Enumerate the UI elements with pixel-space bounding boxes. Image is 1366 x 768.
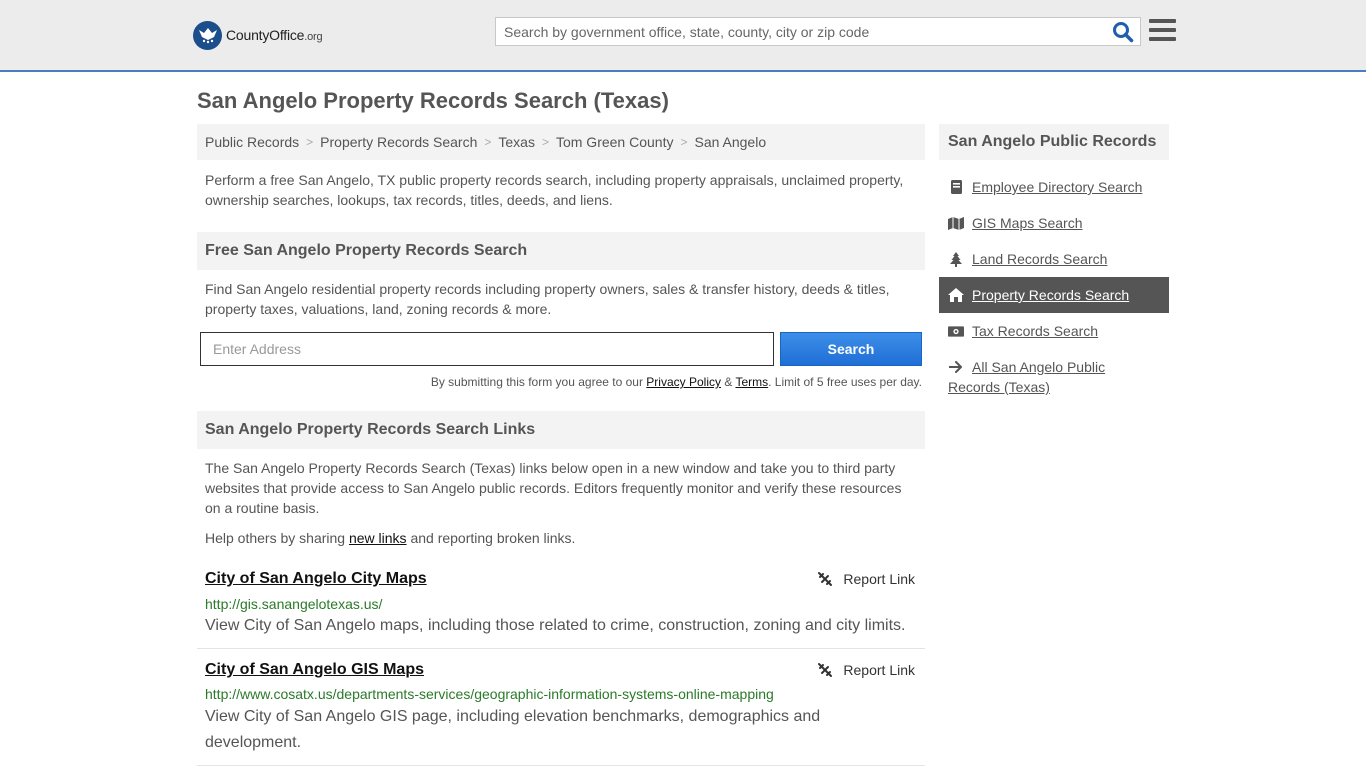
broken-link-icon bbox=[818, 663, 833, 677]
breadcrumb-texas[interactable]: Texas bbox=[498, 134, 535, 150]
breadcrumb-property-records-search[interactable]: Property Records Search bbox=[320, 134, 477, 150]
logo-text: CountyOffice.org bbox=[226, 27, 323, 43]
site-search bbox=[495, 17, 1141, 46]
breadcrumb-separator-icon: > bbox=[541, 135, 549, 149]
sidebar-item-all-public-records[interactable]: All San Angelo Public Records (Texas) bbox=[939, 349, 1169, 399]
link-description: View City of San Angelo maps, including … bbox=[205, 617, 906, 634]
free-search-text: Find San Angelo residential property rec… bbox=[205, 281, 890, 317]
book-icon bbox=[948, 179, 964, 195]
hamburger-menu-icon[interactable] bbox=[1149, 19, 1176, 43]
links-section-text: The San Angelo Property Records Search (… bbox=[205, 460, 902, 516]
report-link-button[interactable]: Report Link bbox=[817, 662, 915, 678]
free-search-heading: Free San Angelo Property Records Search bbox=[197, 232, 925, 270]
breadcrumb-public-records[interactable]: Public Records bbox=[205, 134, 299, 150]
breadcrumb-separator-icon: > bbox=[484, 135, 492, 149]
breadcrumb-separator-icon: > bbox=[306, 135, 314, 149]
sidebar-heading: San Angelo Public Records bbox=[939, 124, 1169, 160]
report-link-button[interactable]: Report Link bbox=[817, 571, 915, 587]
page-title: San Angelo Property Records Search (Texa… bbox=[197, 88, 669, 113]
breadcrumb-san-angelo[interactable]: San Angelo bbox=[694, 134, 766, 150]
link-title[interactable]: City of San Angelo City Maps bbox=[205, 570, 427, 588]
link-url[interactable]: http://gis.sanangelotexas.us/ bbox=[205, 596, 382, 612]
broken-link-icon bbox=[818, 572, 833, 586]
list-item: City of San Angelo City Maps Report Link… bbox=[197, 560, 925, 649]
links-section-heading: San Angelo Property Records Search Links bbox=[197, 411, 925, 449]
site-header: CountyOffice.org bbox=[0, 0, 1366, 72]
site-search-input[interactable] bbox=[496, 18, 1096, 45]
home-icon bbox=[948, 287, 964, 303]
money-icon bbox=[948, 323, 964, 339]
map-icon bbox=[948, 215, 964, 231]
address-search-button[interactable]: Search bbox=[780, 332, 922, 366]
help-text: Help others by sharing new links and rep… bbox=[205, 530, 576, 546]
sidebar-item-tax-records[interactable]: Tax Records Search bbox=[939, 313, 1169, 349]
terms-agreement: By submitting this form you agree to our… bbox=[430, 375, 922, 389]
tree-icon bbox=[948, 251, 964, 267]
link-url[interactable]: http://www.cosatx.us/departments-service… bbox=[205, 686, 774, 702]
link-title[interactable]: City of San Angelo GIS Maps bbox=[205, 661, 424, 679]
terms-link[interactable]: Terms bbox=[735, 375, 768, 389]
site-logo[interactable]: CountyOffice.org bbox=[193, 20, 323, 50]
sidebar-item-employee-directory[interactable]: Employee Directory Search bbox=[939, 169, 1169, 205]
logo-eagle-icon bbox=[193, 20, 222, 50]
search-icon[interactable] bbox=[1112, 21, 1134, 43]
privacy-policy-link[interactable]: Privacy Policy bbox=[646, 375, 721, 389]
sidebar-item-property-records[interactable]: Property Records Search bbox=[939, 277, 1169, 313]
list-item: City of San Angelo GIS Maps Report Link … bbox=[197, 651, 925, 766]
breadcrumb: Public Records > Property Records Search… bbox=[197, 124, 925, 160]
sidebar-item-land-records[interactable]: Land Records Search bbox=[939, 241, 1169, 277]
breadcrumb-separator-icon: > bbox=[680, 135, 688, 149]
breadcrumb-tom-green-county[interactable]: Tom Green County bbox=[556, 134, 674, 150]
address-input[interactable] bbox=[200, 332, 774, 366]
link-description: View City of San Angelo GIS page, includ… bbox=[205, 708, 821, 751]
sidebar-item-gis-maps[interactable]: GIS Maps Search bbox=[939, 205, 1169, 241]
new-links-link[interactable]: new links bbox=[349, 530, 407, 546]
intro-text: Perform a free San Angelo, TX public pro… bbox=[205, 172, 904, 208]
